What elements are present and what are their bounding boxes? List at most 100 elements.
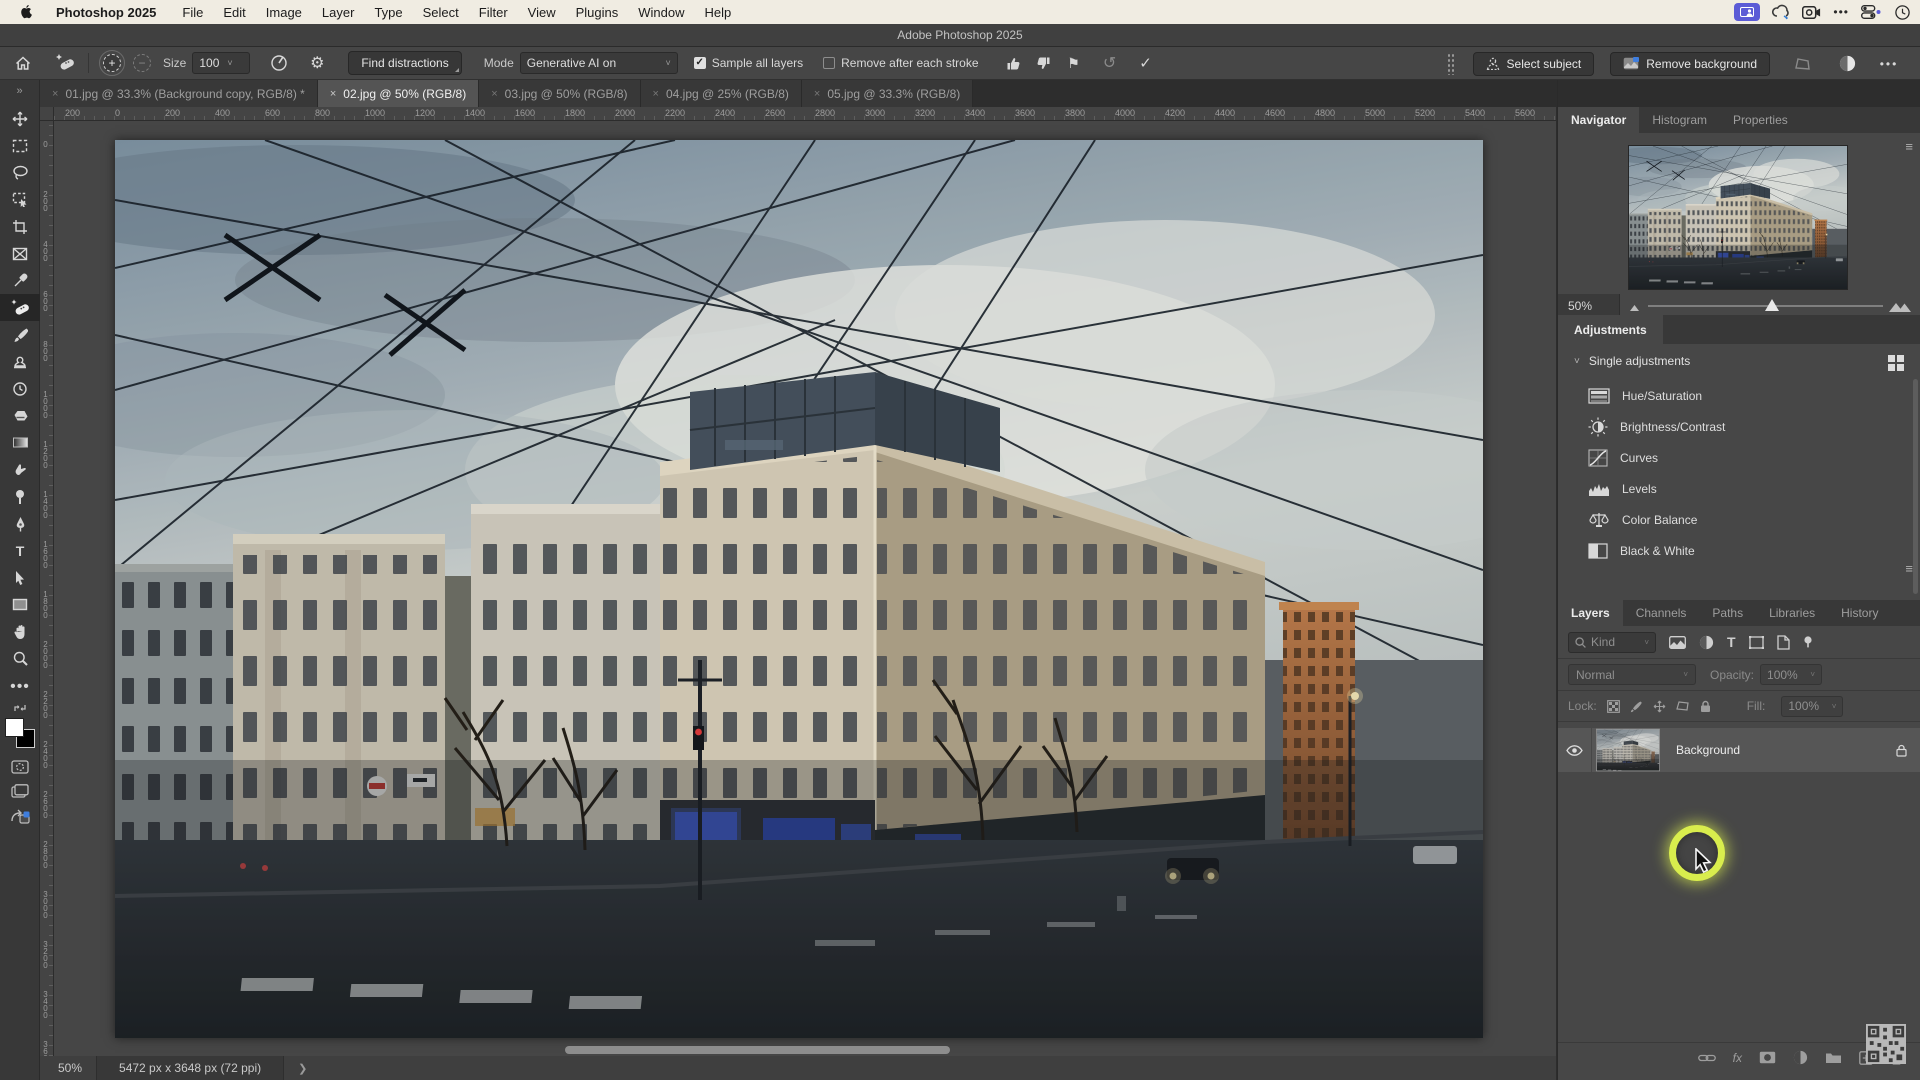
close-icon[interactable]: × — [814, 88, 820, 100]
tab-libraries[interactable]: Libraries — [1756, 600, 1828, 626]
zoom-slider-thumb[interactable] — [1765, 299, 1779, 311]
menu-layer[interactable]: Layer — [312, 5, 365, 20]
gradient-tool[interactable] — [0, 429, 40, 456]
opacity-field[interactable]: 100% ˅ — [1760, 664, 1822, 685]
menu-select[interactable]: Select — [413, 5, 469, 20]
contrast-circle-icon[interactable] — [1832, 55, 1862, 72]
remove-after-stroke-checkbox[interactable]: Remove after each stroke — [823, 56, 978, 70]
ruler-top[interactable]: 2000200400600800100012001400160018002000… — [54, 107, 1556, 121]
spot-healing-brush-tool[interactable] — [0, 294, 40, 321]
screen-mode-icon[interactable] — [0, 784, 40, 798]
tab-channels[interactable]: Channels — [1623, 600, 1700, 626]
brush-angle-icon[interactable] — [264, 54, 294, 72]
filter-toggle-icon[interactable] — [1803, 636, 1813, 648]
tab-history[interactable]: History — [1828, 600, 1891, 626]
control-center-icon[interactable] — [1861, 5, 1883, 19]
add-layer-mask-icon[interactable] — [1759, 1051, 1776, 1064]
tab-adjustments[interactable]: Adjustments — [1558, 315, 1663, 344]
drag-handle-icon[interactable] — [1447, 53, 1455, 75]
ruler-left[interactable]: 0200400600800100012001400160018002000220… — [40, 121, 54, 1056]
thumbs-down-icon[interactable] — [1029, 56, 1059, 71]
quick-mask-icon[interactable] — [0, 760, 40, 774]
pen-tool[interactable] — [0, 510, 40, 537]
frame-tool[interactable] — [0, 240, 40, 267]
new-adjustment-layer-icon[interactable] — [1793, 1050, 1808, 1065]
menubar-ellipsis-icon[interactable]: ••• — [1833, 5, 1849, 19]
new-group-folder-icon[interactable] — [1825, 1051, 1842, 1064]
remove-background-button[interactable]: Remove background — [1610, 52, 1770, 76]
gear-icon[interactable]: ⚙ — [302, 53, 332, 73]
document-canvas[interactable] — [115, 140, 1483, 1038]
canvas-pasteboard[interactable] — [54, 121, 1556, 1056]
close-icon[interactable]: × — [52, 88, 58, 100]
tab-histogram[interactable]: Histogram — [1639, 107, 1720, 133]
adjustments-scrollbar[interactable] — [1913, 379, 1918, 594]
edit-toolbar-icon[interactable]: ••• — [0, 678, 40, 696]
menu-file[interactable]: File — [172, 5, 213, 20]
eraser-tool[interactable] — [0, 402, 40, 429]
history-brush-tool[interactable] — [0, 375, 40, 402]
brush-subtract-mode-button[interactable]: − — [133, 54, 151, 72]
rectangle-tool[interactable] — [0, 591, 40, 618]
adjustment-levels[interactable]: Levels — [1558, 473, 1920, 504]
menu-help[interactable]: Help — [695, 5, 742, 20]
menu-plugins[interactable]: Plugins — [566, 5, 629, 20]
photo-street-building[interactable] — [115, 140, 1483, 1038]
crop-tool[interactable] — [0, 213, 40, 240]
zoom-out-mountains-icon[interactable] — [1630, 301, 1644, 311]
select-subject-button[interactable]: Select subject — [1473, 52, 1595, 76]
status-zoom-field[interactable]: 50% — [40, 1061, 96, 1075]
object-selection-tool[interactable] — [0, 186, 40, 213]
tab-layers[interactable]: Layers — [1558, 600, 1623, 626]
menu-view[interactable]: View — [518, 5, 566, 20]
adjustment-hue-saturation[interactable]: Hue/Saturation — [1558, 380, 1920, 411]
path-selection-tool[interactable] — [0, 564, 40, 591]
mode-dropdown[interactable]: Generative AI on ˅ — [520, 52, 678, 74]
layer-filter-kind-dropdown[interactable]: Kind ˅ — [1568, 632, 1656, 653]
filter-adjustment-layers-icon[interactable] — [1699, 635, 1714, 650]
filter-smart-objects-icon[interactable] — [1777, 635, 1790, 650]
home-icon[interactable] — [8, 56, 38, 71]
close-icon[interactable]: × — [653, 88, 659, 100]
close-icon[interactable]: × — [330, 88, 336, 100]
sample-all-layers-checkbox[interactable]: ✓ Sample all layers — [694, 56, 803, 70]
menu-edit[interactable]: Edit — [213, 5, 255, 20]
menu-type[interactable]: Type — [364, 5, 412, 20]
clock-icon[interactable] — [1895, 5, 1910, 20]
menu-filter[interactable]: Filter — [469, 5, 518, 20]
perspective-crop-icon[interactable] — [1788, 57, 1818, 71]
filter-pixel-layers-icon[interactable] — [1669, 636, 1686, 649]
adjustment-black-white[interactable]: Black & White — [1558, 535, 1920, 566]
horizontal-scrollbar[interactable] — [565, 1046, 950, 1054]
blend-mode-dropdown[interactable]: Normal ˅ — [1568, 664, 1696, 685]
navigator-thumbnail[interactable] — [1628, 145, 1848, 290]
eyedropper-tool[interactable] — [0, 267, 40, 294]
layer-locked-icon[interactable] — [1896, 744, 1907, 757]
commit-check-icon[interactable]: ✓ — [1131, 54, 1161, 72]
doc-tab-04[interactable]: × 04.jpg @ 25% (RGB/8) — [641, 80, 802, 107]
lock-artboard-icon[interactable] — [1676, 700, 1690, 712]
flag-icon[interactable]: ⚑ — [1059, 55, 1089, 72]
tab-properties[interactable]: Properties — [1720, 107, 1801, 133]
smudge-tool[interactable] — [0, 456, 40, 483]
tool-preset-spot-heal-icon[interactable] — [50, 54, 80, 72]
lasso-tool[interactable] — [0, 159, 40, 186]
type-tool[interactable]: T — [0, 537, 40, 564]
hand-tool[interactable] — [0, 618, 40, 645]
layer-thumbnail[interactable] — [1596, 729, 1660, 772]
marquee-tool[interactable] — [0, 132, 40, 159]
ruler-origin-corner[interactable] — [40, 107, 54, 121]
lock-all-icon[interactable] — [1700, 700, 1711, 713]
menu-image[interactable]: Image — [256, 5, 312, 20]
layer-row-background[interactable]: Background — [1558, 728, 1920, 772]
lock-image-icon[interactable] — [1630, 700, 1643, 713]
single-adjustments-group[interactable]: ˅ Single adjustments — [1558, 344, 1920, 372]
toolbar-expand-icon[interactable]: » — [0, 80, 39, 105]
doc-tab-01[interactable]: × 01.jpg @ 33.3% (Background copy, RGB/8… — [40, 80, 318, 107]
foreground-color-swatch[interactable] — [5, 718, 24, 737]
move-tool[interactable] — [0, 105, 40, 132]
status-chevron-icon[interactable]: ❯ — [284, 1062, 307, 1075]
fill-field[interactable]: 100% ˅ — [1781, 696, 1843, 717]
tab-navigator[interactable]: Navigator — [1558, 107, 1639, 133]
screen-share-icon[interactable] — [1734, 3, 1760, 21]
